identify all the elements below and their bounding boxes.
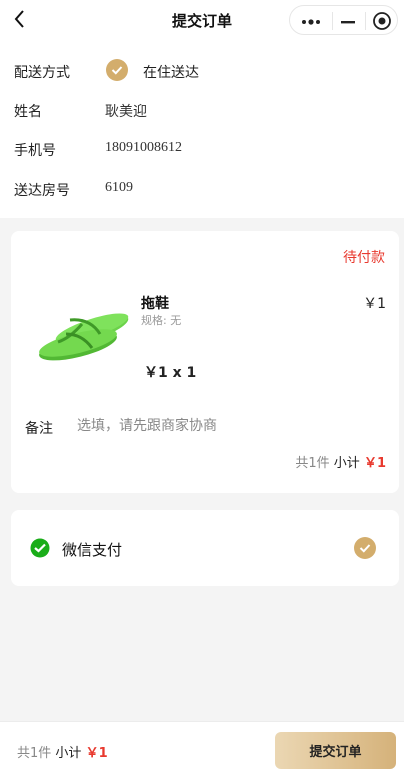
room-row: 送达房号 6109 [0,168,404,208]
note-label: 备注 [25,421,53,437]
delivery-option-label[interactable]: 在住送达 [143,62,199,82]
product-price: ￥1 [363,296,386,312]
check-circle-icon[interactable] [106,59,128,81]
mini-program-capsule [289,5,398,35]
product-spec: 规格: 无 [141,314,182,327]
name-row: 姓名 耿美迎 [0,89,404,129]
payment-method-label[interactable]: 微信支付 [62,539,122,560]
product-name: 拖鞋 [141,296,169,312]
delivery-method-label: 配送方式 [14,65,70,81]
phone-label: 手机号 [14,143,56,159]
subtotal-count: 共1件 [295,456,330,471]
checkout-count: 共1件 [17,746,52,761]
subtotal-label: 小计 [333,456,360,471]
product-quantity: ￥1 x 1 [144,365,197,381]
product-image [30,290,134,378]
phone-value[interactable]: 18091008612 [105,140,182,156]
target-icon[interactable] [372,11,392,31]
minimize-icon[interactable] [338,14,358,28]
navigation-bar: 提交订单 [0,0,404,40]
phone-row: 手机号 18091008612 [0,128,404,168]
checkout-subtotal-label: 小计 [55,746,82,761]
capsule-divider [365,12,366,30]
check-circle-icon[interactable] [354,537,376,559]
subtotal-amount: ￥1 [363,456,386,471]
room-label: 送达房号 [14,183,70,199]
order-status-badge: 待付款 [343,250,385,266]
checkout-total: 共1件 小计 ￥1 [17,742,108,761]
order-subtotal: 共1件 小计 ￥1 [295,452,386,471]
name-label: 姓名 [14,104,42,120]
more-dots-icon[interactable] [300,14,324,28]
note-input[interactable] [77,414,377,438]
delivery-method-row: 配送方式 在住送达 [0,50,404,90]
submit-order-button[interactable]: 提交订单 [275,732,396,769]
name-value[interactable]: 耿美迎 [105,101,147,121]
checkout-bar: 共1件 小计 ￥1 提交订单 [0,721,404,778]
wechat-pay-icon [30,538,50,558]
capsule-divider [332,12,333,30]
delivery-info-section: 配送方式 在住送达 姓名 耿美迎 手机号 18091008612 送达房号 61… [0,40,404,218]
checkout-amount: ￥1 [85,746,108,761]
room-value[interactable]: 6109 [105,180,133,196]
